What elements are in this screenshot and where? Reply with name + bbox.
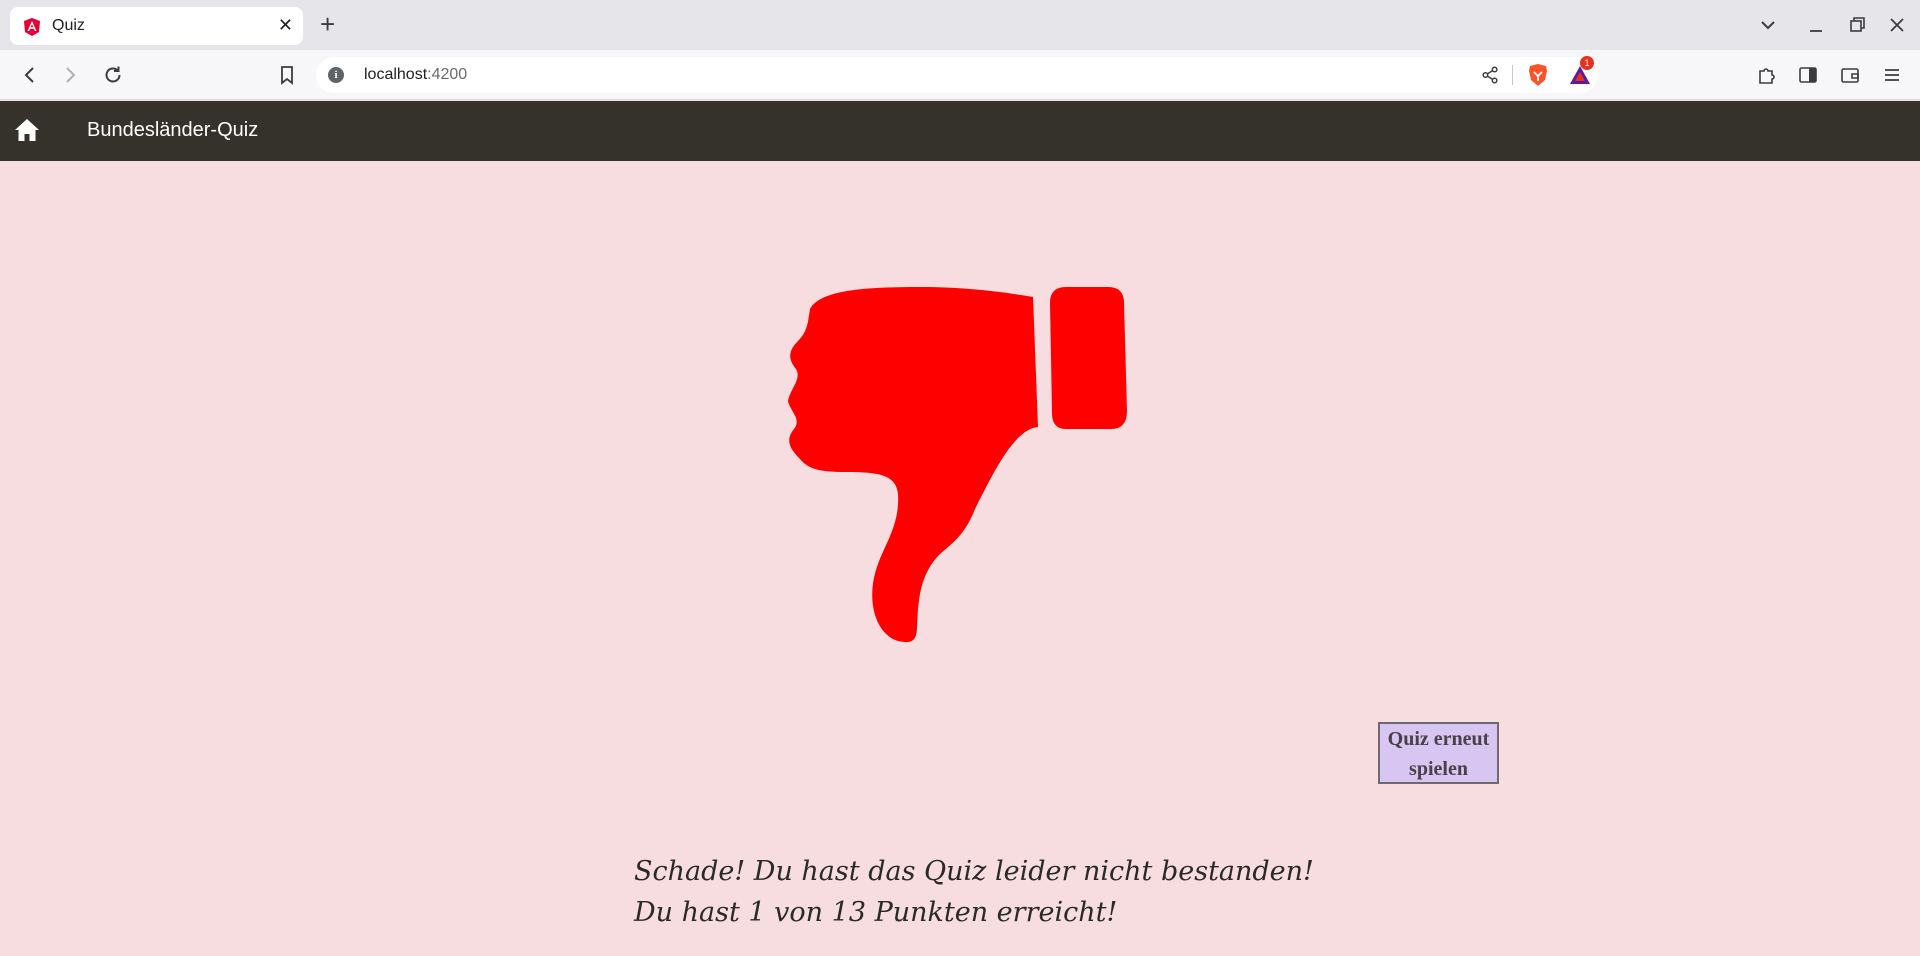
retry-quiz-button[interactable]: Quiz erneut spielen bbox=[1378, 722, 1499, 784]
score-message: Du hast 1 von 13 Punkten erreicht! bbox=[634, 897, 1118, 928]
browser-toolbar: i localhost:4200 1 bbox=[0, 50, 1920, 100]
forward-icon[interactable] bbox=[58, 63, 82, 87]
brave-shields-icon[interactable] bbox=[1527, 63, 1549, 87]
reload-icon[interactable] bbox=[101, 63, 125, 87]
share-icon[interactable] bbox=[1479, 64, 1501, 86]
new-tab-icon[interactable]: + bbox=[320, 10, 335, 38]
extensions-icon[interactable] bbox=[1755, 63, 1779, 87]
address-bar[interactable]: i localhost:4200 1 bbox=[316, 56, 1598, 93]
address-url: localhost:4200 bbox=[364, 66, 467, 84]
browser-tab-bar: Quiz ✕ + bbox=[0, 0, 1920, 50]
result-page: Quiz erneut spielen Schade! Du hast das … bbox=[0, 161, 1920, 956]
thumbs-down-icon bbox=[788, 287, 1127, 643]
angular-icon bbox=[24, 18, 40, 36]
sidebar-icon[interactable] bbox=[1796, 63, 1820, 87]
result-message: Schade! Du hast das Quiz leider nicht be… bbox=[634, 856, 1314, 887]
tab-search-chevron-icon[interactable] bbox=[1756, 13, 1780, 37]
address-separator bbox=[1512, 65, 1513, 85]
tab-title: Quiz bbox=[52, 17, 85, 34]
browser-tab[interactable]: Quiz ✕ bbox=[10, 7, 303, 45]
url-host: localhost bbox=[364, 66, 428, 83]
wallet-icon[interactable] bbox=[1838, 63, 1862, 87]
close-window-icon[interactable] bbox=[1885, 13, 1909, 37]
back-icon[interactable] bbox=[18, 63, 42, 87]
app-header: Bundesländer-Quiz bbox=[0, 101, 1920, 161]
tab-close-icon[interactable]: ✕ bbox=[278, 15, 293, 36]
site-info-icon[interactable]: i bbox=[328, 67, 344, 83]
menu-icon[interactable] bbox=[1880, 63, 1904, 87]
app-title: Bundesländer-Quiz bbox=[87, 119, 259, 141]
home-icon[interactable] bbox=[14, 118, 40, 142]
minimize-icon[interactable] bbox=[1804, 13, 1828, 37]
url-port: :4200 bbox=[427, 66, 468, 83]
bookmark-icon[interactable] bbox=[275, 63, 299, 87]
rewards-badge: 1 bbox=[1580, 56, 1594, 70]
restore-icon[interactable] bbox=[1845, 13, 1869, 37]
